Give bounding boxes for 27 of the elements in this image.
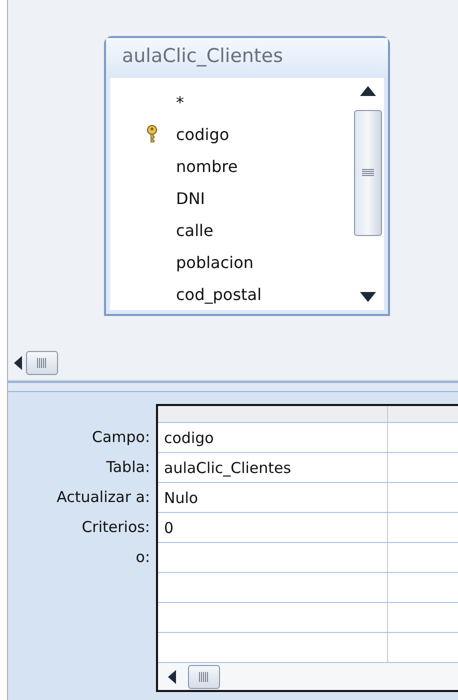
grid-cell[interactable]: codigo	[164, 428, 214, 446]
scrollbar-thumb[interactable]	[26, 351, 58, 375]
grid-cell[interactable]: Nulo	[164, 488, 198, 506]
field-name[interactable]: DNI	[176, 188, 206, 208]
scrollbar-thumb[interactable]	[354, 110, 382, 236]
scroll-up-icon[interactable]	[360, 86, 376, 96]
row-label: Campo:	[92, 428, 150, 446]
field-name[interactable]: cod_postal	[176, 284, 262, 304]
scroll-down-icon[interactable]	[360, 292, 376, 302]
scroll-left-icon[interactable]	[14, 356, 22, 370]
scrollbar-thumb[interactable]	[188, 664, 220, 688]
grip-icon	[37, 358, 47, 368]
field-name[interactable]: codigo	[176, 124, 230, 144]
row-label: Actualizar a:	[56, 488, 150, 506]
scroll-left-icon[interactable]	[168, 670, 176, 684]
field-name[interactable]: poblacion	[176, 252, 254, 272]
field-name[interactable]: *	[176, 92, 184, 112]
row-label: o:	[136, 548, 150, 566]
row-label: Tabla:	[106, 458, 150, 476]
grid-cell[interactable]: 0	[164, 518, 174, 536]
key-icon	[146, 125, 158, 143]
grip-icon	[199, 672, 209, 682]
grid-cell[interactable]: aulaClic_Clientes	[164, 458, 292, 476]
grip-icon	[362, 169, 374, 177]
field-name[interactable]: calle	[176, 220, 214, 240]
field-name[interactable]: nombre	[176, 156, 238, 176]
row-label: Criterios:	[82, 518, 150, 536]
